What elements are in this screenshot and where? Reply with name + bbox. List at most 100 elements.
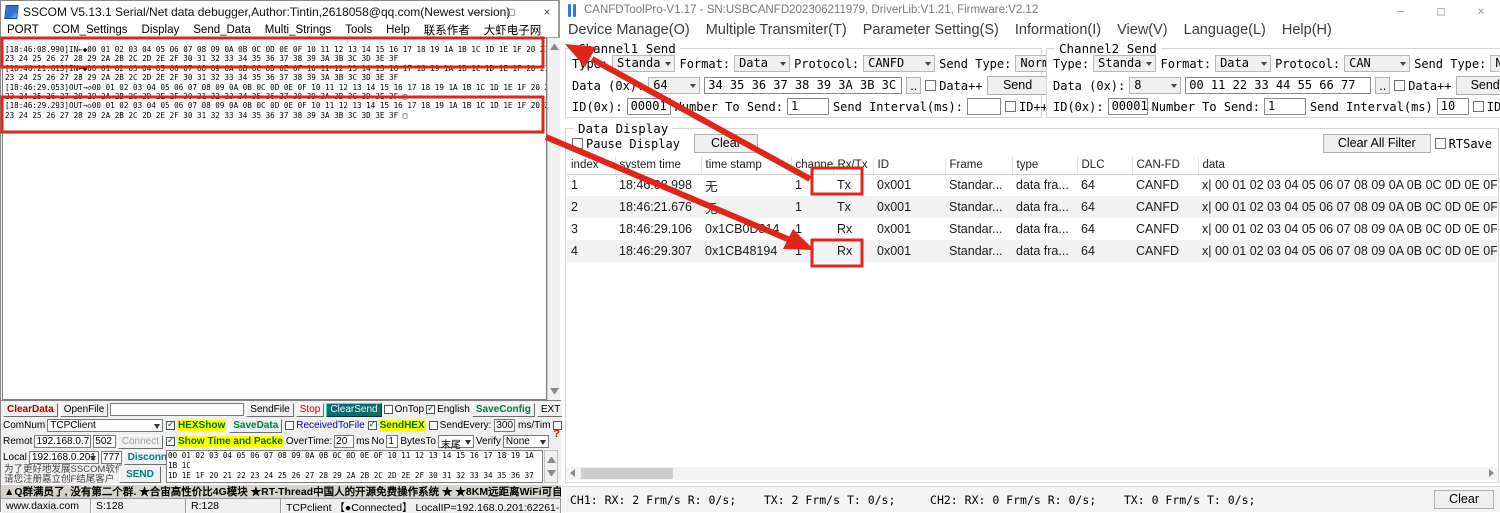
disconnect-button[interactable]: Disconn bbox=[124, 451, 171, 465]
col-channel[interactable]: channel bbox=[791, 157, 833, 174]
data-dots-button[interactable]: .. bbox=[1375, 77, 1390, 94]
number-to-send-input[interactable]: 1 bbox=[1264, 98, 1306, 115]
hexshow-checkbox[interactable]: HEXShow bbox=[166, 420, 226, 431]
verify-select[interactable]: None bbox=[503, 435, 549, 448]
menu-port[interactable]: PORT bbox=[7, 24, 39, 36]
save-data-button[interactable]: SaveData bbox=[229, 419, 282, 433]
clear-all-filter-button[interactable]: Clear All Filter bbox=[1323, 134, 1431, 153]
scrollbar-thumb[interactable] bbox=[581, 468, 673, 479]
byte-count-input[interactable]: 1 bbox=[386, 435, 398, 448]
protocol-select[interactable]: CAN bbox=[1344, 55, 1410, 72]
dlc-select[interactable]: 64 bbox=[648, 77, 700, 94]
send-interval-input[interactable] bbox=[967, 98, 1001, 115]
received-to-file-checkbox[interactable]: ReceivedToFile bbox=[285, 420, 364, 431]
local-port-input[interactable]: 777 bbox=[101, 451, 122, 464]
menu-com-settings[interactable]: COM_Settings bbox=[53, 24, 128, 36]
minimize-icon[interactable]: — bbox=[1394, 4, 1408, 18]
menu-language[interactable]: Language(L) bbox=[1184, 22, 1266, 38]
menu-information[interactable]: Information(I) bbox=[1015, 22, 1101, 38]
format-select[interactable]: Data bbox=[1215, 55, 1271, 72]
menu-contact-author[interactable]: 联系作者 bbox=[424, 22, 470, 38]
ontop-checkbox[interactable]: OnTop bbox=[384, 404, 424, 415]
menu-parameter-setting[interactable]: Parameter Setting(S) bbox=[863, 22, 999, 38]
menu-daxia-site[interactable]: 大虾电子网 bbox=[484, 22, 542, 38]
overtime-input[interactable]: 20 bbox=[334, 435, 354, 448]
format-select[interactable]: Data bbox=[734, 55, 790, 72]
send-file-button[interactable]: SendFile bbox=[246, 403, 293, 417]
help-mark[interactable]: ? bbox=[553, 428, 560, 440]
terminal-log[interactable]: [18:46:08.990]IN←◆00 01 02 03 04 05 06 0… bbox=[2, 38, 547, 400]
terminal-scrollbar[interactable] bbox=[547, 38, 560, 400]
id-input[interactable]: 00001 bbox=[1108, 98, 1148, 115]
local-ip-select[interactable]: 192.168.0.201 bbox=[29, 451, 99, 464]
menu-help[interactable]: Help(H) bbox=[1282, 22, 1332, 38]
clear-data-button[interactable]: ClearData bbox=[3, 403, 58, 417]
scroll-left-icon[interactable] bbox=[570, 469, 575, 477]
table-horizontal-scrollbar[interactable] bbox=[567, 467, 1497, 480]
scroll-right-icon[interactable] bbox=[1489, 469, 1494, 477]
table-row[interactable]: 318:46:29.106 0x1CB0D8141 Rx0x001 Standa… bbox=[567, 218, 1497, 240]
scroll-up-icon[interactable] bbox=[547, 454, 556, 463]
send-every-checkbox[interactable]: SendEvery: bbox=[429, 420, 492, 431]
status-site[interactable]: www.daxia.com bbox=[1, 499, 91, 513]
table-row[interactable]: 418:46:29.307 0x1CB481941 Rx0x001 Standa… bbox=[567, 240, 1497, 262]
dlc-select[interactable]: 8 bbox=[1129, 77, 1181, 94]
data-dots-button[interactable]: .. bbox=[906, 77, 921, 94]
open-file-button[interactable]: OpenFile bbox=[60, 403, 109, 417]
menu-help[interactable]: Help bbox=[386, 24, 410, 36]
minimize-icon[interactable]: — bbox=[468, 5, 482, 19]
send-interval-input[interactable]: 10 bbox=[1437, 98, 1469, 115]
data-input[interactable]: 00 11 22 33 44 55 66 77 bbox=[1185, 77, 1371, 94]
scroll-down-icon[interactable] bbox=[547, 470, 556, 479]
remote-port-input[interactable]: 502 bbox=[93, 435, 115, 448]
col-data[interactable]: data bbox=[1198, 157, 1497, 174]
data-increment-checkbox[interactable]: Data++ bbox=[1394, 79, 1451, 93]
status-clear-button[interactable]: Clear bbox=[1434, 490, 1494, 509]
pause-display-checkbox[interactable]: Pause Display bbox=[572, 137, 680, 151]
scroll-down-icon[interactable] bbox=[550, 388, 559, 397]
menu-display[interactable]: Display bbox=[142, 24, 180, 36]
english-checkbox[interactable]: English bbox=[426, 404, 470, 415]
id-increment-checkbox[interactable]: ID++ bbox=[1473, 100, 1500, 114]
col-id[interactable]: ID bbox=[873, 157, 945, 174]
type-select[interactable]: Standa bbox=[1093, 55, 1156, 72]
menu-send-data[interactable]: Send_Data bbox=[193, 24, 251, 36]
col-rxtx[interactable]: Rx/Tx bbox=[833, 157, 873, 174]
file-path-input[interactable] bbox=[110, 403, 244, 416]
menu-multiple-transmiter[interactable]: Multiple Transmiter(T) bbox=[706, 22, 847, 38]
menu-tools[interactable]: Tools bbox=[345, 24, 372, 36]
scroll-up-icon[interactable] bbox=[550, 41, 559, 50]
send-type-select[interactable]: Normal bbox=[1490, 55, 1500, 72]
hex-send-area[interactable]: 00 01 02 03 04 05 06 07 08 09 0A 0B 0C 0… bbox=[166, 450, 543, 483]
ext-button[interactable]: EXT bbox=[537, 403, 564, 417]
clear-display-button[interactable]: Clear bbox=[694, 134, 758, 153]
maximize-icon[interactable]: □ bbox=[1434, 4, 1448, 18]
bytesto-select[interactable]: 末尾 bbox=[438, 435, 474, 448]
col-time-stamp[interactable]: time stamp bbox=[701, 157, 791, 174]
clear-send-button[interactable]: ClearSend bbox=[326, 403, 381, 417]
col-dlc[interactable]: DLC bbox=[1077, 157, 1132, 174]
rtsave-checkbox[interactable]: RTSave bbox=[1435, 137, 1492, 151]
ad-banner[interactable]: ▲Q群满员了, 没有第二个群. ★合宙高性价比4G模块 ★RT-Thread中国… bbox=[1, 484, 561, 498]
send-every-input[interactable]: 300 bbox=[494, 419, 515, 432]
sendhex-checkbox[interactable]: SendHEX bbox=[368, 420, 426, 431]
hex-scrollbar[interactable] bbox=[544, 450, 558, 483]
close-icon[interactable]: × bbox=[540, 5, 554, 19]
send-button[interactable]: Send bbox=[1456, 76, 1500, 95]
comnum-select[interactable]: TCPClient bbox=[47, 419, 163, 432]
remote-ip-input[interactable]: 192.168.0.7 bbox=[34, 435, 91, 448]
save-config-button[interactable]: SaveConfig bbox=[472, 403, 535, 417]
menu-multi-strings[interactable]: Multi_Strings bbox=[265, 24, 331, 36]
id-increment-checkbox[interactable]: ID++ bbox=[1005, 100, 1048, 114]
stop-button[interactable]: Stop bbox=[296, 403, 325, 417]
show-time-checkbox[interactable]: Show Time and Packe bbox=[166, 436, 284, 447]
maximize-icon[interactable]: □ bbox=[504, 5, 518, 19]
data-increment-checkbox[interactable]: Data++ bbox=[925, 79, 982, 93]
col-system-time[interactable]: system time bbox=[615, 157, 701, 174]
col-canfd[interactable]: CAN-FD bbox=[1132, 157, 1198, 174]
connect-button[interactable]: Connect bbox=[118, 435, 163, 449]
menu-device-manage[interactable]: Device Manage(O) bbox=[568, 22, 690, 38]
send-button[interactable]: Send bbox=[987, 76, 1049, 95]
id-input[interactable]: 00001 bbox=[627, 98, 671, 115]
col-frame[interactable]: Frame bbox=[945, 157, 1012, 174]
